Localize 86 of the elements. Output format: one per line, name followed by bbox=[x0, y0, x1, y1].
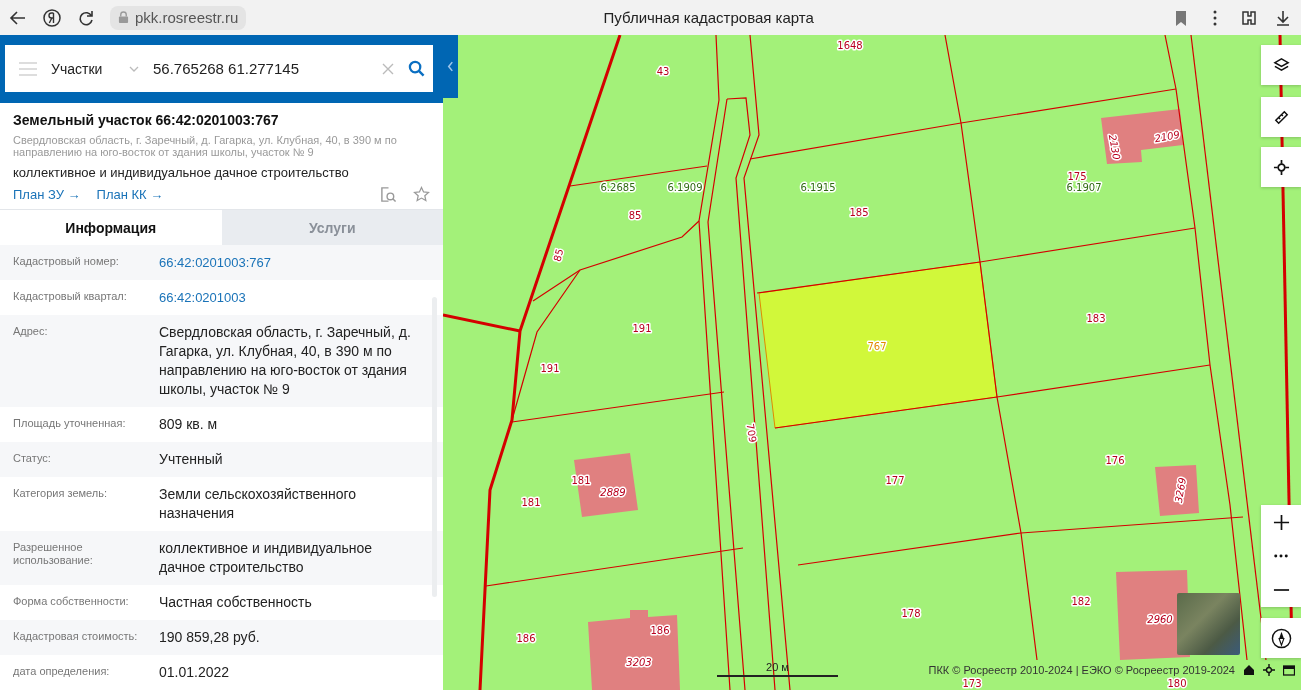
parcel-number: 709 bbox=[744, 422, 759, 444]
field-value: 809 кв. м bbox=[159, 415, 219, 434]
quarter-number: 6.1915 bbox=[800, 182, 836, 193]
parcel-number: 767 bbox=[867, 341, 887, 352]
quarter-number: 6.1907 bbox=[1066, 182, 1102, 193]
parcel-number: 177 bbox=[885, 475, 905, 486]
field-value: Земли сельскохозяйственного назначения bbox=[159, 485, 358, 523]
field-label: Разрешенное использование: bbox=[13, 540, 94, 568]
parcel-number: 191 bbox=[540, 363, 560, 374]
object-address: Свердловская область, г. Заречный, д. Гагарка, ул. Клубная, 40, в 390 м по направлению на юго-восток от здания школы, участок № 9 bbox=[13, 134, 398, 158]
object-usage: коллективное и индивидуальное дачное строительство bbox=[13, 165, 350, 180]
compass-icon bbox=[1270, 627, 1292, 649]
plan-link[interactable]: План ЗУ → bbox=[13, 187, 81, 202]
object-title: Земельный участок 66:42:0201003:767 bbox=[13, 112, 280, 128]
parcel-number: 182 bbox=[1071, 596, 1091, 607]
zoom-out-button[interactable] bbox=[1261, 573, 1301, 607]
building-shape bbox=[1155, 465, 1199, 516]
layers-icon bbox=[1272, 56, 1290, 74]
address-bar[interactable]: pkk.rosreestr.ru bbox=[110, 5, 247, 30]
parcel-number: 186 bbox=[650, 625, 670, 636]
field-label: Кадастровый квартал: bbox=[13, 289, 128, 304]
parcel-number: 43 bbox=[656, 66, 670, 77]
chevron-left-icon bbox=[447, 61, 454, 72]
tab[interactable]: Услуги bbox=[221, 210, 443, 245]
field-value: коллективное и индивидуальное дачное строительство bbox=[159, 539, 374, 577]
cadastral-link[interactable]: 66:42:0201003 bbox=[159, 288, 421, 307]
building-number: 3269 bbox=[1172, 476, 1189, 504]
category-select[interactable]: Участки bbox=[51, 60, 115, 77]
crosshair-icon bbox=[1272, 158, 1290, 176]
building-number: 2960 bbox=[1147, 614, 1173, 625]
parcel-number: 183 bbox=[1086, 313, 1106, 324]
more-icon bbox=[1274, 554, 1288, 558]
search-document-icon[interactable] bbox=[380, 186, 397, 203]
field-value: Частная собственность bbox=[159, 593, 313, 612]
parcel-number: 1648 bbox=[837, 40, 863, 51]
satellite-thumbnail[interactable] bbox=[1177, 593, 1240, 655]
field-label: Площадь уточненная: bbox=[13, 416, 127, 431]
plan-link[interactable]: План КК → bbox=[96, 187, 164, 202]
search-icon[interactable] bbox=[408, 60, 425, 77]
building-number: 3203 bbox=[626, 657, 652, 668]
parcel-number: 186 bbox=[516, 633, 536, 644]
parcel-number: 173 bbox=[962, 678, 982, 689]
attribution-text: ПКК © Росреестр 2010-2024 | ЕЭКО © Росреестр 2019-2024 bbox=[928, 664, 1235, 676]
parcel-number: 180 bbox=[1167, 678, 1187, 689]
home-icon[interactable] bbox=[1243, 664, 1255, 676]
parcel-number: 185 bbox=[849, 207, 869, 218]
measure-button[interactable] bbox=[1261, 97, 1301, 137]
field-value: Учтенный bbox=[159, 450, 224, 469]
building-shape bbox=[574, 453, 638, 517]
field-label: Кадастровая стоимость: bbox=[13, 629, 139, 644]
minus-icon bbox=[1272, 588, 1290, 592]
building-number: 2109 bbox=[1153, 128, 1181, 145]
building-number: 2889 bbox=[600, 487, 626, 498]
locate-button[interactable] bbox=[1261, 147, 1301, 187]
page-title: Публичная кадастровая карта bbox=[602, 9, 815, 26]
field-label: Кадастровый номер: bbox=[13, 254, 120, 269]
parcel-number: 181 bbox=[521, 497, 541, 508]
window-icon[interactable] bbox=[1283, 664, 1295, 676]
field-label: Категория земель: bbox=[13, 486, 109, 501]
building-number: 2130 bbox=[1106, 133, 1123, 161]
lock-icon bbox=[118, 11, 129, 24]
parcel-number: 191 bbox=[632, 323, 652, 334]
cadastral-link[interactable]: 66:42:0201003:767 bbox=[159, 253, 421, 272]
crosshair-icon[interactable] bbox=[1263, 664, 1275, 676]
plus-icon bbox=[1272, 513, 1290, 531]
zoom-in-button[interactable] bbox=[1261, 505, 1301, 539]
parcel-number: 175 bbox=[1067, 171, 1087, 182]
field-label: Форма собственности: bbox=[13, 594, 130, 609]
quarter-number: 6.2685 bbox=[600, 182, 636, 193]
parcel-number: 85 bbox=[551, 247, 566, 263]
field-label: Адрес: bbox=[13, 324, 49, 339]
favorite-star-icon[interactable] bbox=[413, 186, 430, 203]
ruler-icon bbox=[1272, 108, 1290, 126]
field-value: Свердловская область, г. Заречный, д. Гагарка, ул. Клубная, 40, в 390 м по направлению на юго-восток от здания школы, участок № 9 bbox=[159, 323, 412, 399]
parcel-number: 176 bbox=[1105, 455, 1125, 466]
search-input[interactable]: 56.765268 61.277145 bbox=[153, 60, 368, 77]
field-value: 190 859,28 руб. bbox=[159, 628, 261, 647]
browser-logo-icon[interactable] bbox=[42, 7, 62, 28]
parcel-number: 85 bbox=[628, 210, 642, 221]
field-label: Статус: bbox=[13, 451, 52, 466]
field-label: дата определения: bbox=[13, 664, 111, 679]
field-value: 01.01.2022 bbox=[159, 663, 231, 682]
layers-button[interactable] bbox=[1261, 45, 1301, 85]
parcel-number: 178 bbox=[901, 608, 921, 619]
quarter-number: 6.1909 bbox=[667, 182, 703, 193]
compass-button[interactable] bbox=[1261, 618, 1301, 658]
